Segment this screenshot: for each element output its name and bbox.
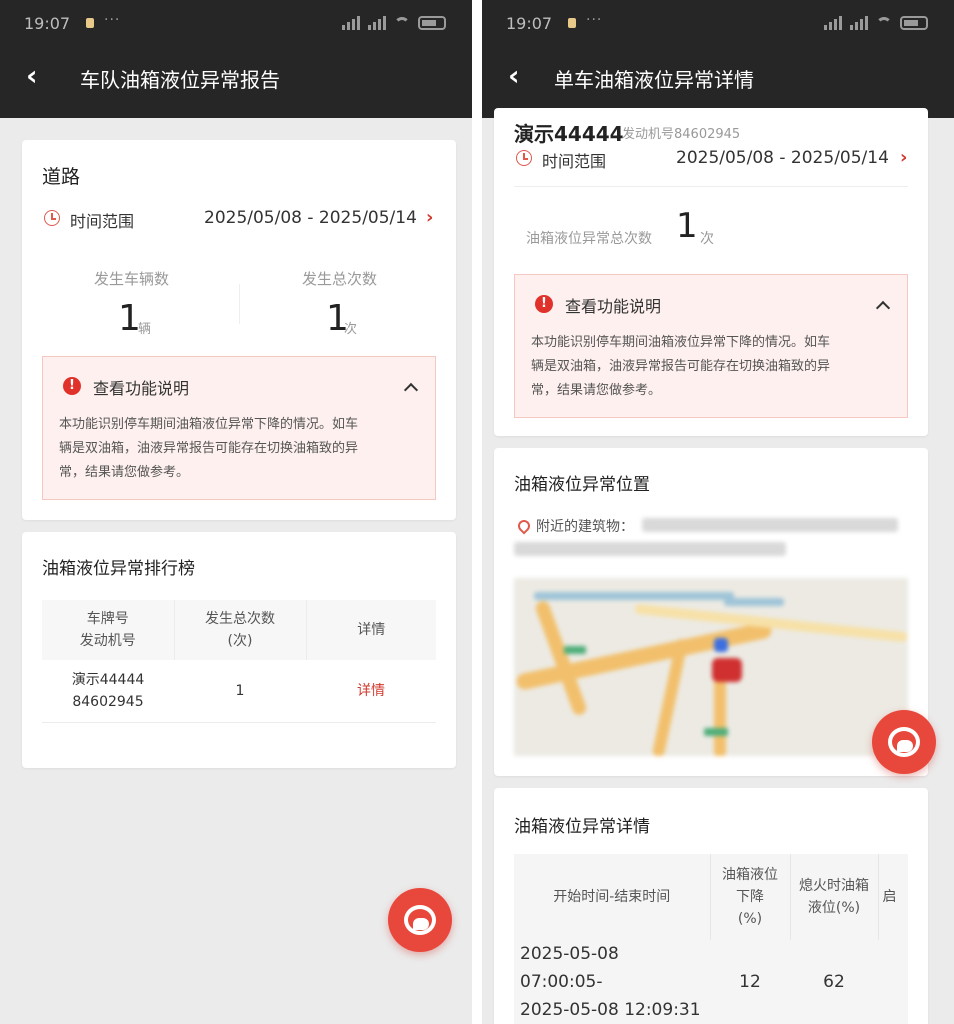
- group-title: 道路: [42, 166, 81, 188]
- col-truncated: 启: [878, 854, 908, 940]
- status-time: 19:07: [506, 14, 553, 33]
- wifi-icon: [876, 17, 892, 29]
- back-arrow-icon[interactable]: ‹: [26, 62, 38, 90]
- col-time-range: 开始时间-结束时间: [514, 854, 711, 940]
- table-header: 开始时间-结束时间 油箱液位 下降 (%) 熄火时油箱 液位(%) 启: [514, 854, 908, 940]
- notice-body: 本功能识别停车期间油箱液位异常下降的情况。如车 辆是双油箱，油液异常报告可能存在…: [59, 417, 359, 480]
- vehicle-detail-screen: 19:07 ··· ‹ 单车油箱液位异常详情 演示44444 发动机号84602…: [482, 0, 954, 1024]
- table-row: 演示44444 84602945 1 详情: [42, 660, 436, 723]
- col-plate-engine: 车牌号 发动机号: [42, 600, 175, 660]
- battery-icon: [900, 16, 928, 30]
- table-row: 2025-05-08 07:00:05- 2025-05-08 12:09:31…: [514, 940, 908, 1024]
- status-icons: [342, 16, 446, 30]
- row-divider: [514, 186, 908, 187]
- cell-plate-engine: 演示44444 84602945: [42, 660, 174, 723]
- notice-title[interactable]: 查看功能说明: [565, 293, 661, 317]
- chevron-up-icon[interactable]: [403, 382, 419, 398]
- location-map[interactable]: [514, 578, 908, 756]
- ranking-card: 油箱液位异常排行榜 车牌号 发动机号 发生总次数 (次) 详情 演示44444 …: [22, 532, 456, 768]
- warning-icon: !: [63, 377, 81, 395]
- clock-icon: [44, 210, 60, 226]
- chevron-right-icon[interactable]: ›: [426, 207, 433, 228]
- cell-level-at-off: 62: [790, 940, 878, 1024]
- notification-icon: [568, 18, 576, 28]
- total-label: 油箱液位异常总次数: [526, 231, 652, 247]
- signal-icon: [368, 16, 386, 30]
- nearby-address-blurred: [514, 542, 786, 556]
- vehicle-marker: [714, 638, 728, 652]
- total-unit: 次: [700, 231, 714, 247]
- notice-title[interactable]: 查看功能说明: [93, 375, 189, 399]
- page-title: 单车油箱液位异常详情: [554, 68, 754, 92]
- detail-table: 开始时间-结束时间 油箱液位 下降 (%) 熄火时油箱 液位(%) 启 2025…: [514, 854, 908, 1024]
- status-more: ···: [586, 12, 603, 28]
- customer-service-button[interactable]: [872, 710, 936, 774]
- table-header: 车牌号 发动机号 发生总次数 (次) 详情: [42, 600, 436, 660]
- status-more: ···: [104, 12, 121, 28]
- detail-title: 油箱液位异常详情: [514, 817, 650, 837]
- notification-icon: [86, 18, 94, 28]
- function-notice: ! 查看功能说明 本功能识别停车期间油箱液位异常下降的情况。如车 辆是双油箱，油…: [514, 274, 908, 418]
- detail-link[interactable]: 详情: [306, 660, 436, 723]
- back-arrow-icon[interactable]: ‹: [508, 62, 520, 90]
- vehicle-card: 演示44444 发动机号84602945 时间范围 2025/05/08 - 2…: [494, 108, 928, 436]
- anomaly-marker: [712, 658, 742, 682]
- nearby-address-blurred: [642, 518, 898, 532]
- cell-level-drop: 12: [710, 940, 790, 1024]
- detail-card: 油箱液位异常详情 开始时间-结束时间 油箱液位 下降 (%) 熄火时油箱 液位(…: [494, 788, 928, 1024]
- chevron-up-icon[interactable]: [875, 300, 891, 316]
- chevron-right-icon[interactable]: ›: [900, 147, 907, 168]
- col-total-count: 发生总次数 (次): [174, 600, 307, 660]
- time-range-label: 时间范围: [542, 152, 607, 171]
- wifi-icon: [394, 17, 410, 29]
- status-time: 19:07: [24, 14, 71, 33]
- time-range-label: 时间范围: [70, 212, 135, 231]
- time-range-value[interactable]: 2025/05/08 - 2025/05/14: [676, 148, 889, 168]
- times-label: 发生总次数: [302, 270, 378, 288]
- col-level-drop: 油箱液位 下降 (%): [710, 854, 791, 940]
- stat-divider: [239, 284, 240, 324]
- cell-time-range: 2025-05-08 07:00:05- 2025-05-08 12:09:31: [514, 940, 710, 1024]
- summary-card: 道路 时间范围 2025/05/08 - 2025/05/14 › 发生车辆数 …: [22, 140, 456, 520]
- top-bar: 19:07 ··· ‹ 单车油箱液位异常详情: [482, 0, 954, 118]
- battery-icon: [418, 16, 446, 30]
- nearby-label: 附近的建筑物：: [536, 519, 634, 535]
- ranking-title: 油箱液位异常排行榜: [42, 559, 195, 579]
- vehicles-unit: 辆: [138, 322, 152, 337]
- signal-icon: [850, 16, 868, 30]
- vehicle-plate: 演示44444: [514, 122, 624, 146]
- engine-number: 发动机号84602945: [622, 127, 741, 142]
- cell-count: 1: [174, 660, 306, 723]
- location-pin-icon: [515, 517, 533, 535]
- clock-icon: [516, 150, 532, 166]
- signal-icon: [342, 16, 360, 30]
- location-card: 油箱液位异常位置 附近的建筑物：: [494, 448, 928, 776]
- vehicles-label: 发生车辆数: [94, 270, 170, 288]
- warning-icon: !: [535, 295, 553, 313]
- detail-table-viewport[interactable]: 开始时间-结束时间 油箱液位 下降 (%) 熄火时油箱 液位(%) 启 2025…: [514, 854, 908, 1024]
- notice-body: 本功能识别停车期间油箱液位异常下降的情况。如车 辆是双油箱，油液异常报告可能存在…: [531, 335, 831, 398]
- times-unit: 次: [344, 322, 358, 337]
- ranking-table: 车牌号 发动机号 发生总次数 (次) 详情 演示44444 84602945 1…: [42, 600, 436, 723]
- cell-truncated: [878, 940, 908, 1024]
- signal-icon: [824, 16, 842, 30]
- page-title: 车队油箱液位异常报告: [80, 68, 280, 92]
- customer-service-button[interactable]: [388, 888, 452, 952]
- col-detail: 详情: [306, 600, 436, 660]
- total-value: 1: [676, 206, 698, 246]
- fleet-report-screen: 19:07 ··· ‹ 车队油箱液位异常报告 道路 时间范围 2025/05/0…: [0, 0, 472, 1024]
- location-title: 油箱液位异常位置: [514, 475, 650, 495]
- status-icons: [824, 16, 928, 30]
- screen-gap: [472, 0, 482, 1024]
- time-range-value[interactable]: 2025/05/08 - 2025/05/14: [204, 208, 417, 228]
- top-bar: 19:07 ··· ‹ 车队油箱液位异常报告: [0, 0, 472, 118]
- col-level-at-off: 熄火时油箱 液位(%): [790, 854, 879, 940]
- function-notice: ! 查看功能说明 本功能识别停车期间油箱液位异常下降的情况。如车 辆是双油箱，油…: [42, 356, 436, 500]
